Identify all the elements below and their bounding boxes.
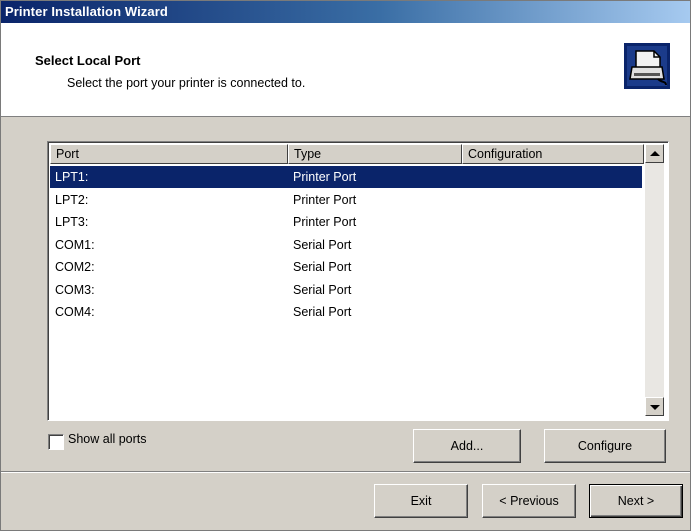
type-cell: Serial Port <box>293 282 352 297</box>
table-row[interactable]: COM4: Serial Port <box>50 301 642 323</box>
column-header-configuration[interactable]: Configuration <box>462 144 644 164</box>
title-bar[interactable]: Printer Installation Wizard <box>1 1 690 23</box>
add-button[interactable]: Add... <box>413 429 521 463</box>
arrow-down-icon <box>650 405 660 410</box>
vertical-scrollbar[interactable] <box>645 144 664 416</box>
port-cell: COM2: <box>55 260 95 274</box>
previous-button[interactable]: < Previous <box>482 484 576 518</box>
type-cell: Printer Port <box>293 192 357 207</box>
table-row[interactable]: LPT1: Printer Port <box>50 166 642 188</box>
table-row[interactable]: COM2: Serial Port <box>50 256 642 278</box>
wizard-header: Select Local Port Select the port your p… <box>1 23 690 117</box>
port-cell: LPT3: <box>55 215 89 229</box>
page-subtitle: Select the port your printer is connecte… <box>67 76 306 90</box>
port-cell: COM3: <box>55 282 95 297</box>
printer-icon <box>624 43 670 89</box>
configure-button[interactable]: Configure <box>544 429 666 463</box>
port-cell: LPT2: <box>55 192 89 207</box>
exit-button[interactable]: Exit <box>374 484 468 518</box>
list-header: Port Type Configuration <box>50 144 644 164</box>
column-header-port[interactable]: Port <box>50 144 288 164</box>
page-title: Select Local Port <box>35 53 141 68</box>
type-cell: Serial Port <box>293 305 352 319</box>
type-cell: Printer Port <box>293 170 357 184</box>
table-row[interactable]: COM3: Serial Port <box>50 279 642 301</box>
type-cell: Serial Port <box>293 260 352 274</box>
table-row[interactable]: LPT3: Printer Port <box>50 211 642 233</box>
table-row[interactable]: COM1: Serial Port <box>50 234 642 256</box>
window-title: Printer Installation Wizard <box>5 4 168 19</box>
footer-divider-highlight <box>1 472 690 473</box>
show-all-ports-label[interactable]: Show all ports <box>68 432 147 446</box>
wizard-window: Printer Installation Wizard Select Local… <box>0 0 691 531</box>
port-cell: COM1: <box>55 237 95 252</box>
port-cell: LPT1: <box>55 170 89 184</box>
show-all-ports-checkbox[interactable] <box>48 434 64 450</box>
scroll-up-button[interactable] <box>645 144 664 163</box>
next-button[interactable]: Next > <box>589 484 683 518</box>
type-cell: Serial Port <box>293 237 352 252</box>
scroll-down-button[interactable] <box>645 397 664 416</box>
type-cell: Printer Port <box>293 215 357 229</box>
table-row[interactable]: LPT2: Printer Port <box>50 189 642 211</box>
port-cell: COM4: <box>55 305 95 319</box>
ports-list[interactable]: Port Type Configuration LPT1: Printer Por… <box>47 141 669 421</box>
arrow-up-icon <box>650 151 660 156</box>
column-header-type[interactable]: Type <box>288 144 462 164</box>
